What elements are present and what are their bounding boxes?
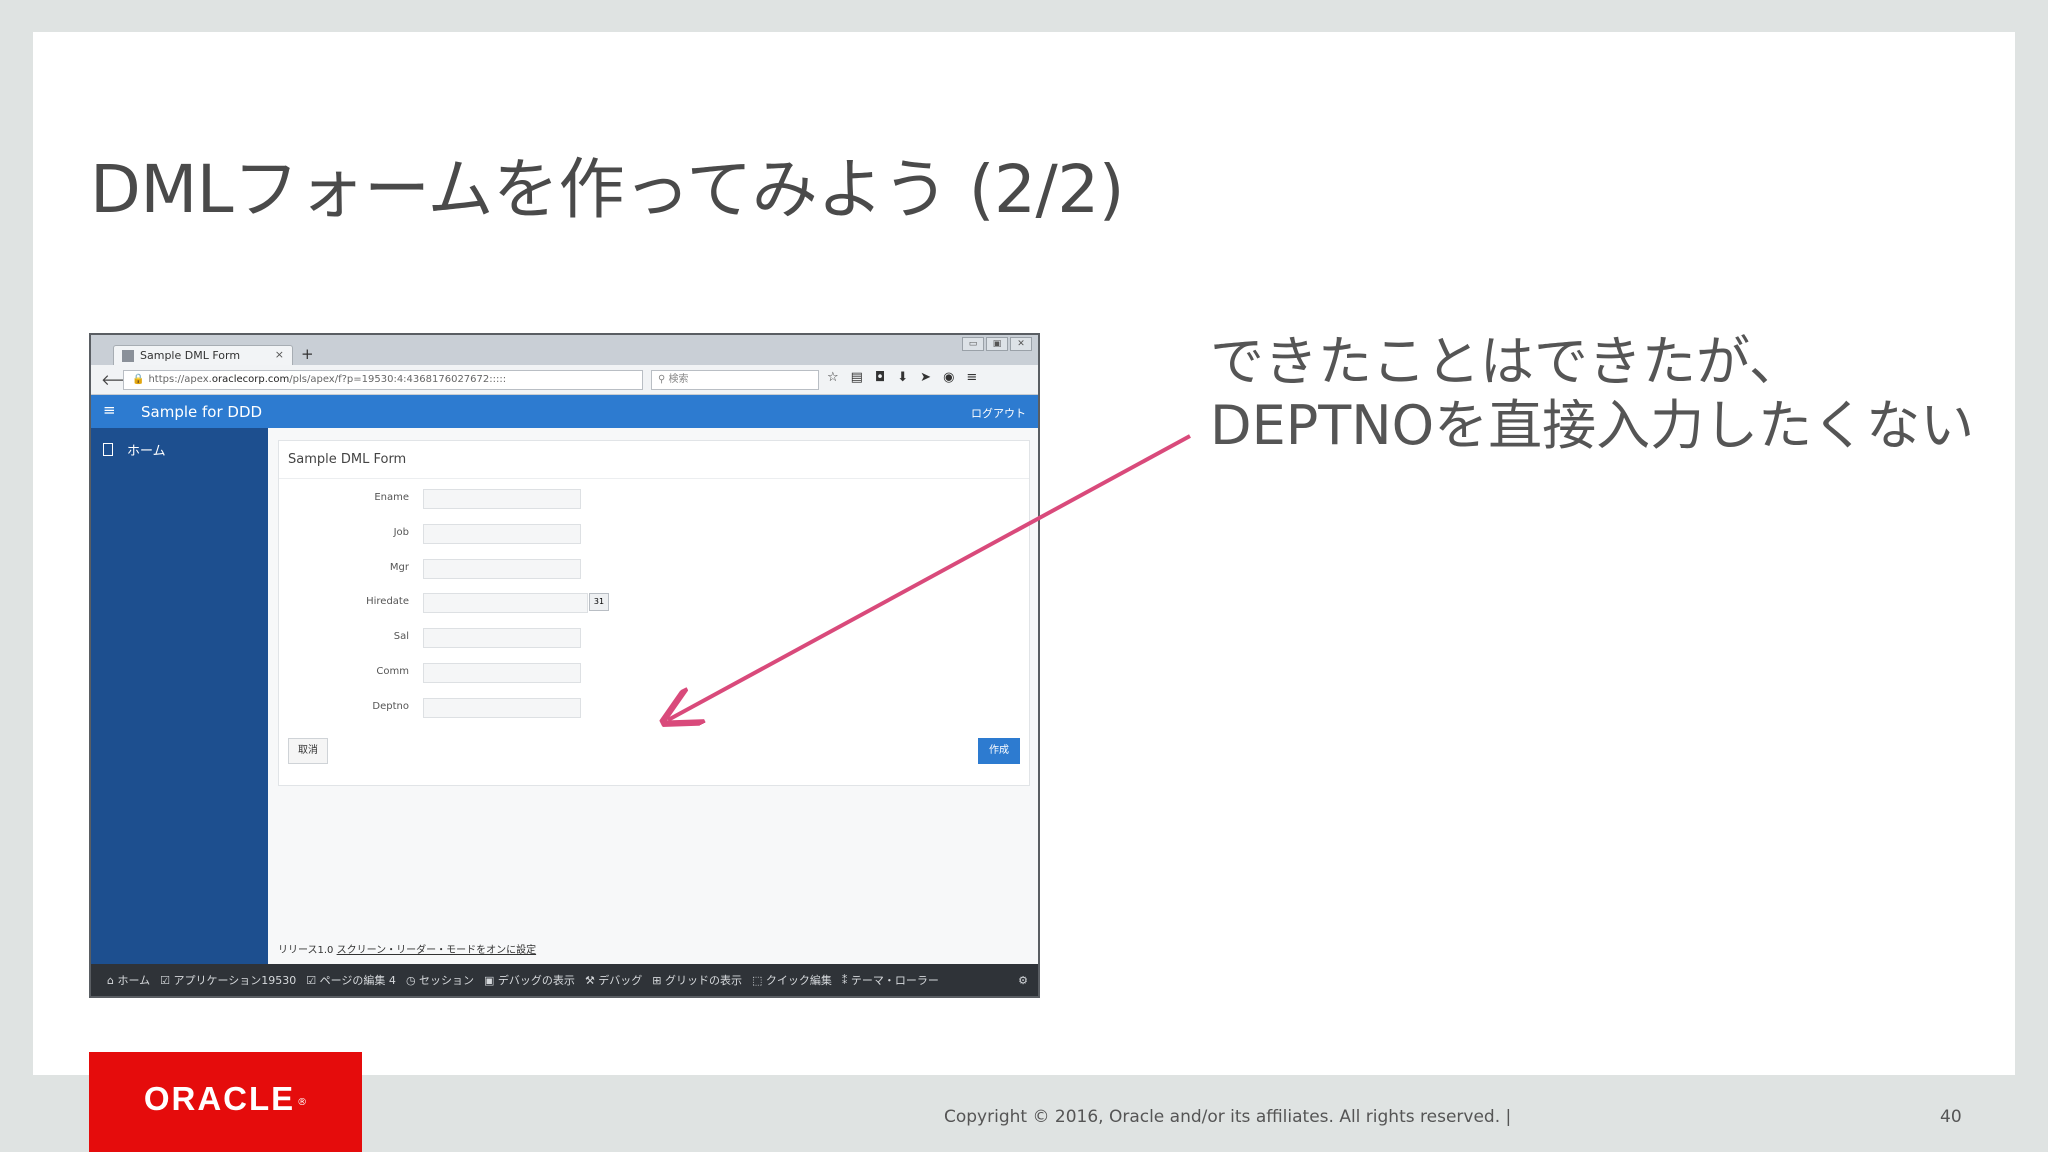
sidebar-item-label: ホーム	[127, 444, 166, 459]
reading-list-icon[interactable]: ▤	[851, 370, 863, 385]
bookmark-star-icon[interactable]: ☆	[827, 370, 839, 385]
search-placeholder: 検索	[668, 374, 689, 385]
field-label: Hiredate	[366, 596, 409, 607]
url-domain: oraclecorp.com	[211, 374, 290, 385]
oracle-logo: ORACLE ®	[89, 1052, 362, 1152]
release-info: リリース1.0 スクリーン・リーダー・モードをオンに設定	[278, 941, 536, 956]
pocket-icon[interactable]: ◘	[875, 370, 885, 385]
field-mgr: Mgr	[279, 559, 679, 579]
calendar-icon[interactable]: 31	[589, 593, 609, 611]
devbar-view-debug[interactable]: ▣ デバッグの表示	[484, 972, 575, 988]
field-label: Job	[393, 527, 409, 538]
field-deptno: Deptno	[279, 698, 679, 718]
lock-icon: 🔒	[132, 374, 145, 385]
devbar-show-grid[interactable]: ⊞ グリッドの表示	[652, 972, 742, 988]
ename-input[interactable]	[423, 489, 581, 509]
minimize-icon[interactable]: ▭	[962, 337, 984, 351]
tab-title: Sample DML Form	[140, 349, 241, 362]
close-window-icon[interactable]: ✕	[1010, 337, 1032, 351]
devbar-edit-page[interactable]: ☑ ページの編集 4	[306, 972, 396, 988]
url-prefix: https://apex.	[148, 374, 212, 385]
region-title: Sample DML Form	[279, 441, 1029, 479]
devbar-application[interactable]: ☑ アプリケーション19530	[160, 972, 296, 988]
search-input[interactable]: ⚲ 検索	[651, 370, 819, 390]
field-label: Deptno	[372, 701, 409, 712]
app-header: ≡ Sample for DDD ログアウト	[91, 395, 1038, 428]
window-controls: ▭ ▣ ✕	[962, 337, 1032, 351]
comm-input[interactable]	[423, 663, 581, 683]
gear-icon[interactable]: ⚙	[1018, 974, 1028, 987]
logout-link[interactable]: ログアウト	[971, 405, 1026, 421]
download-icon[interactable]: ⬇	[897, 370, 908, 385]
app-title[interactable]: Sample for DDD	[141, 403, 262, 421]
chat-icon[interactable]: ◉	[943, 370, 954, 385]
create-button[interactable]: 作成	[978, 738, 1020, 764]
deptno-input[interactable]	[423, 698, 581, 718]
address-bar[interactable]: 🔒 https://apex.oraclecorp.com/pls/apex/f?…	[123, 370, 643, 390]
field-hiredate: Hiredate 31	[279, 593, 679, 613]
job-input[interactable]	[423, 524, 581, 544]
sidebar-item-home[interactable]: ホーム	[103, 440, 166, 459]
trademark-icon: ®	[297, 1096, 308, 1108]
browser-tabbar: Sample DML Form × + ▭ ▣ ✕	[91, 335, 1038, 365]
cancel-button[interactable]: 取消	[288, 738, 328, 764]
page-icon	[103, 443, 113, 456]
browser-screenshot: Sample DML Form × + ▭ ▣ ✕ 🡐 🔒 https://ape…	[89, 333, 1040, 998]
field-sal: Sal	[279, 628, 679, 648]
sidebar: ホーム	[91, 428, 268, 996]
page-title: DMLフォームを作ってみよう (2/2)	[90, 151, 1124, 228]
main-content: Sample DML Form Ename Job Mgr Hiredate 3…	[268, 428, 1038, 996]
form-region: Sample DML Form Ename Job Mgr Hiredate 3…	[278, 440, 1030, 786]
hamburger-icon[interactable]: ≡	[103, 401, 116, 419]
copyright: Copyright © 2016, Oracle and/or its affi…	[944, 1107, 1512, 1127]
screen-reader-link[interactable]: スクリーン・リーダー・モードをオンに設定	[337, 945, 537, 956]
browser-tab[interactable]: Sample DML Form ×	[113, 345, 293, 365]
close-tab-icon[interactable]: ×	[275, 348, 284, 361]
hiredate-input[interactable]	[423, 593, 588, 613]
field-label: Comm	[376, 666, 409, 677]
field-comm: Comm	[279, 663, 679, 683]
developer-toolbar: ⌂ ホーム ☑ アプリケーション19530 ☑ ページの編集 4 ◷ セッション…	[91, 964, 1038, 996]
favicon-icon	[122, 349, 134, 362]
release-text: リリース1.0	[278, 945, 334, 956]
callout-line-2: DEPTNOを直接入力したくない	[1210, 394, 1975, 457]
field-label: Mgr	[389, 562, 409, 573]
mgr-input[interactable]	[423, 559, 581, 579]
sal-input[interactable]	[423, 628, 581, 648]
devbar-theme-roller[interactable]: ⁑ テーマ・ローラー	[842, 972, 939, 988]
page-number: 40	[1940, 1107, 1962, 1127]
devbar-session[interactable]: ◷ セッション	[406, 972, 474, 988]
menu-icon[interactable]: ≡	[966, 370, 977, 385]
field-job: Job	[279, 524, 679, 544]
field-label: Ename	[374, 492, 409, 503]
browser-navbar: 🡐 🔒 https://apex.oraclecorp.com/pls/apex/…	[91, 365, 1038, 395]
maximize-icon[interactable]: ▣	[986, 337, 1008, 351]
url-rest: /pls/apex/f?p=19530:4:4368176027672:::::	[289, 374, 507, 385]
field-label: Sal	[393, 631, 409, 642]
toolbar-icons: ☆ ▤ ◘ ⬇ ➤ ◉ ≡	[827, 370, 977, 385]
logo-text: ORACLE	[143, 1080, 296, 1117]
devbar-home[interactable]: ⌂ ホーム	[107, 972, 150, 988]
send-icon[interactable]: ➤	[920, 370, 931, 385]
devbar-quick-edit[interactable]: ⬚ クイック編集	[752, 972, 832, 988]
field-ename: Ename	[279, 489, 679, 509]
callout-text: できたことはできたが、 DEPTNOを直接入力したくない	[1210, 330, 1974, 458]
callout-line-1: できたことはできたが、	[1210, 330, 1803, 393]
devbar-debug[interactable]: ⚒ デバッグ	[585, 972, 642, 988]
new-tab-button[interactable]: +	[301, 345, 314, 363]
